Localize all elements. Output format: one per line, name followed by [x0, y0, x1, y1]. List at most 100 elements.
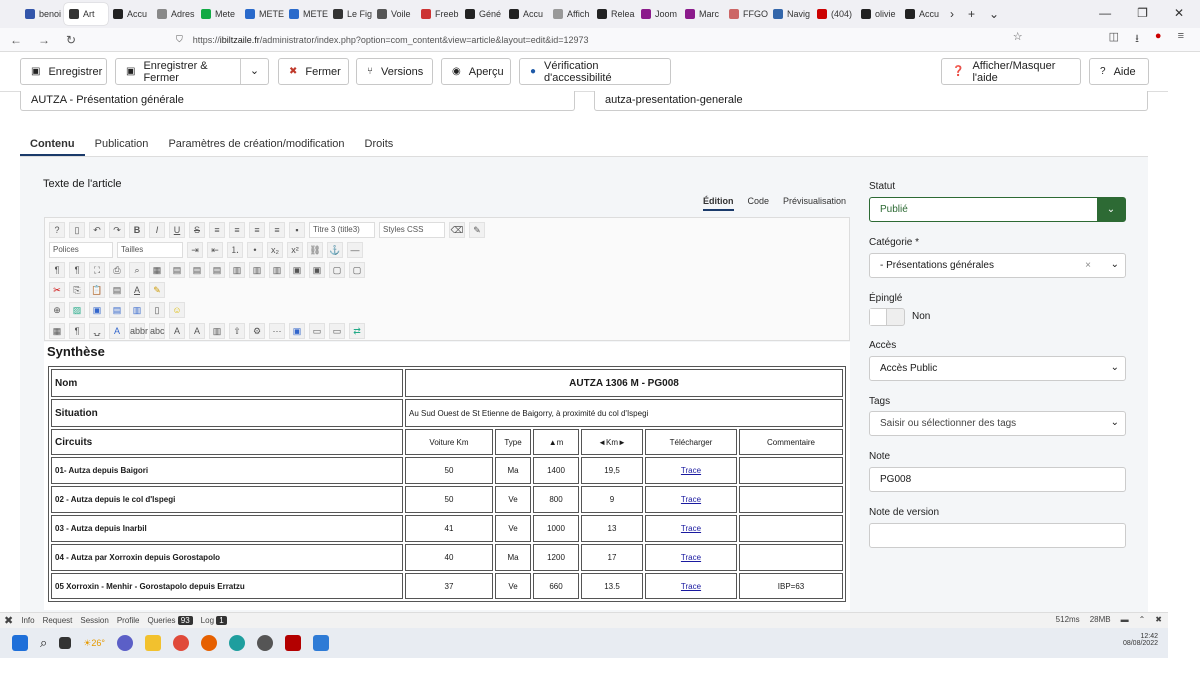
folder-icon[interactable]: ▬ [1121, 615, 1129, 624]
blocks-icon[interactable]: ▦ [49, 323, 65, 339]
browser-tab[interactable]: Accu [504, 3, 548, 25]
new-tab-icon[interactable]: + [968, 7, 975, 21]
debug-request[interactable]: Request [43, 616, 73, 625]
debug-info[interactable]: Info [21, 616, 34, 625]
print-icon[interactable]: ⎙ [109, 262, 125, 278]
note-input[interactable]: PG008 [869, 467, 1126, 492]
task-view-icon[interactable] [59, 637, 72, 649]
plugin-icon[interactable]: ⚙ [249, 323, 265, 339]
browser-tab[interactable]: Navig [768, 3, 812, 25]
pilcrow-icon[interactable]: ¶ [69, 323, 85, 339]
redo-icon[interactable]: ↷ [109, 222, 125, 238]
version-note-input[interactable] [869, 523, 1126, 548]
cell-dl[interactable]: Trace [645, 486, 737, 513]
filezilla-icon[interactable] [284, 635, 301, 651]
search-icon[interactable]: ⌕ [40, 635, 47, 651]
close-icon[interactable]: ✖ [1155, 615, 1162, 624]
browser-tab[interactable]: Relea [592, 3, 636, 25]
align-right-icon[interactable]: ≡ [249, 222, 265, 238]
app-icon[interactable] [256, 635, 273, 651]
chrome-icon[interactable] [172, 635, 189, 651]
insert-icon[interactable]: ⊕ [49, 302, 65, 318]
browser-tab[interactable]: FFGO [724, 3, 768, 25]
browser-tab[interactable]: Freeb [416, 3, 460, 25]
cell-dl[interactable]: Trace [645, 515, 737, 542]
media-icon[interactable]: ▣ [89, 302, 105, 318]
tab-publication[interactable]: Publication [85, 133, 159, 156]
spellcheck-icon[interactable]: A [109, 323, 125, 339]
debug-queries[interactable]: Queries 93 [148, 616, 193, 625]
browser-tab[interactable]: Voile [372, 3, 416, 25]
new-doc-icon[interactable]: ▯ [69, 222, 85, 238]
emoticon-icon[interactable]: ☺ [169, 302, 185, 318]
help-icon[interactable]: ? [49, 222, 65, 238]
versions-button[interactable]: ⑂ Versions [356, 58, 433, 85]
fullscreen-icon[interactable]: ⛶ [89, 262, 105, 278]
clear-icon[interactable]: × [1085, 260, 1091, 271]
tab-content[interactable]: Contenu [20, 133, 85, 156]
alias-input[interactable]: autza-presentation-generale [594, 91, 1148, 111]
ordered-list-icon[interactable]: ⒈ [227, 242, 243, 258]
url-field[interactable]: ⛉ https://ibiltzaile.fr/administrator/ind… [176, 34, 589, 45]
anchor-icon[interactable]: ⚓ [327, 242, 343, 258]
toggle-help-button[interactable]: ❓ Afficher/Masquer l'aide [941, 58, 1081, 85]
article-icon[interactable]: ▥ [129, 302, 145, 318]
highlight-icon[interactable]: ✎ [149, 282, 165, 298]
paste-text-icon[interactable]: ▤ [109, 282, 125, 298]
close-button[interactable]: ✖ Fermer [278, 58, 349, 85]
image-icon[interactable]: ▨ [69, 302, 85, 318]
size-select[interactable]: Tailles [117, 242, 183, 258]
reload-icon[interactable]: ↻ [66, 33, 76, 47]
strike-icon[interactable]: S [189, 222, 205, 238]
maximize-button[interactable]: ❐ [1137, 6, 1148, 20]
contact-icon[interactable]: ▭ [329, 323, 345, 339]
bullet-list-icon[interactable]: • [247, 242, 263, 258]
styles-select[interactable]: Styles CSS [379, 222, 445, 238]
cell-props-icon[interactable]: ▢ [329, 262, 345, 278]
bookmark-star-icon[interactable]: ☆ [1013, 30, 1023, 49]
text-color-icon[interactable]: A [129, 282, 145, 298]
row-after-icon[interactable]: ▤ [189, 262, 205, 278]
browser-tab[interactable]: benoi [20, 3, 64, 25]
chevron-down-icon[interactable]: ⌄ [240, 59, 268, 84]
weather-icon[interactable]: ☀26° [83, 638, 105, 649]
chart-icon[interactable]: ▥ [209, 323, 225, 339]
col-after-icon[interactable]: ▥ [249, 262, 265, 278]
forward-icon[interactable]: → [38, 33, 50, 47]
del-icon[interactable]: A [169, 323, 185, 339]
table-props-icon[interactable]: ▢ [349, 262, 365, 278]
browser-tab[interactable]: METE [284, 3, 328, 25]
browser-tab[interactable]: Affich [548, 3, 592, 25]
back-icon[interactable]: ← [10, 33, 22, 47]
justify-icon[interactable]: ≡ [269, 222, 285, 238]
eraser-icon[interactable]: ⌫ [449, 222, 465, 238]
template-icon[interactable]: ▤ [109, 302, 125, 318]
nonbreaking-icon[interactable]: ⍽ [89, 323, 105, 339]
cell-dl[interactable]: Trace [645, 573, 737, 599]
subscript-icon[interactable]: x₂ [267, 242, 283, 258]
tab-list-icon[interactable]: ⌄ [989, 7, 999, 21]
browser-tab[interactable]: Accu [108, 3, 152, 25]
indent-icon[interactable]: ⇥ [187, 242, 203, 258]
align-left-icon[interactable]: ≡ [209, 222, 225, 238]
cut-icon[interactable]: ✂ [49, 282, 65, 298]
firefox-icon[interactable] [200, 635, 217, 651]
tab-params[interactable]: Paramètres de création/modification [158, 133, 354, 156]
cell-dl[interactable]: Trace [645, 457, 737, 484]
notepad-icon[interactable] [312, 635, 329, 651]
pagebreak-icon[interactable]: ▯ [149, 302, 165, 318]
brush-icon[interactable]: ✎ [469, 222, 485, 238]
mode-edit[interactable]: Édition [703, 196, 734, 211]
format-select[interactable]: Titre 3 (title3) [309, 222, 375, 238]
close-window-button[interactable]: ✕ [1174, 6, 1184, 20]
align-center-icon[interactable]: ≡ [229, 222, 245, 238]
mode-code[interactable]: Code [748, 196, 770, 211]
browser-tab[interactable]: Accu [900, 3, 944, 25]
acronym-icon[interactable]: abc [149, 323, 165, 339]
ltr-icon[interactable]: ¶ [49, 262, 65, 278]
help-button[interactable]: ? Aide [1089, 58, 1149, 85]
title-input[interactable]: AUTZA - Présentation générale [20, 91, 575, 111]
browser-tab[interactable]: Adres [152, 3, 196, 25]
debug-session[interactable]: Session [80, 616, 108, 625]
category-select[interactable]: - Présentations générales × ⌄ [869, 253, 1126, 278]
